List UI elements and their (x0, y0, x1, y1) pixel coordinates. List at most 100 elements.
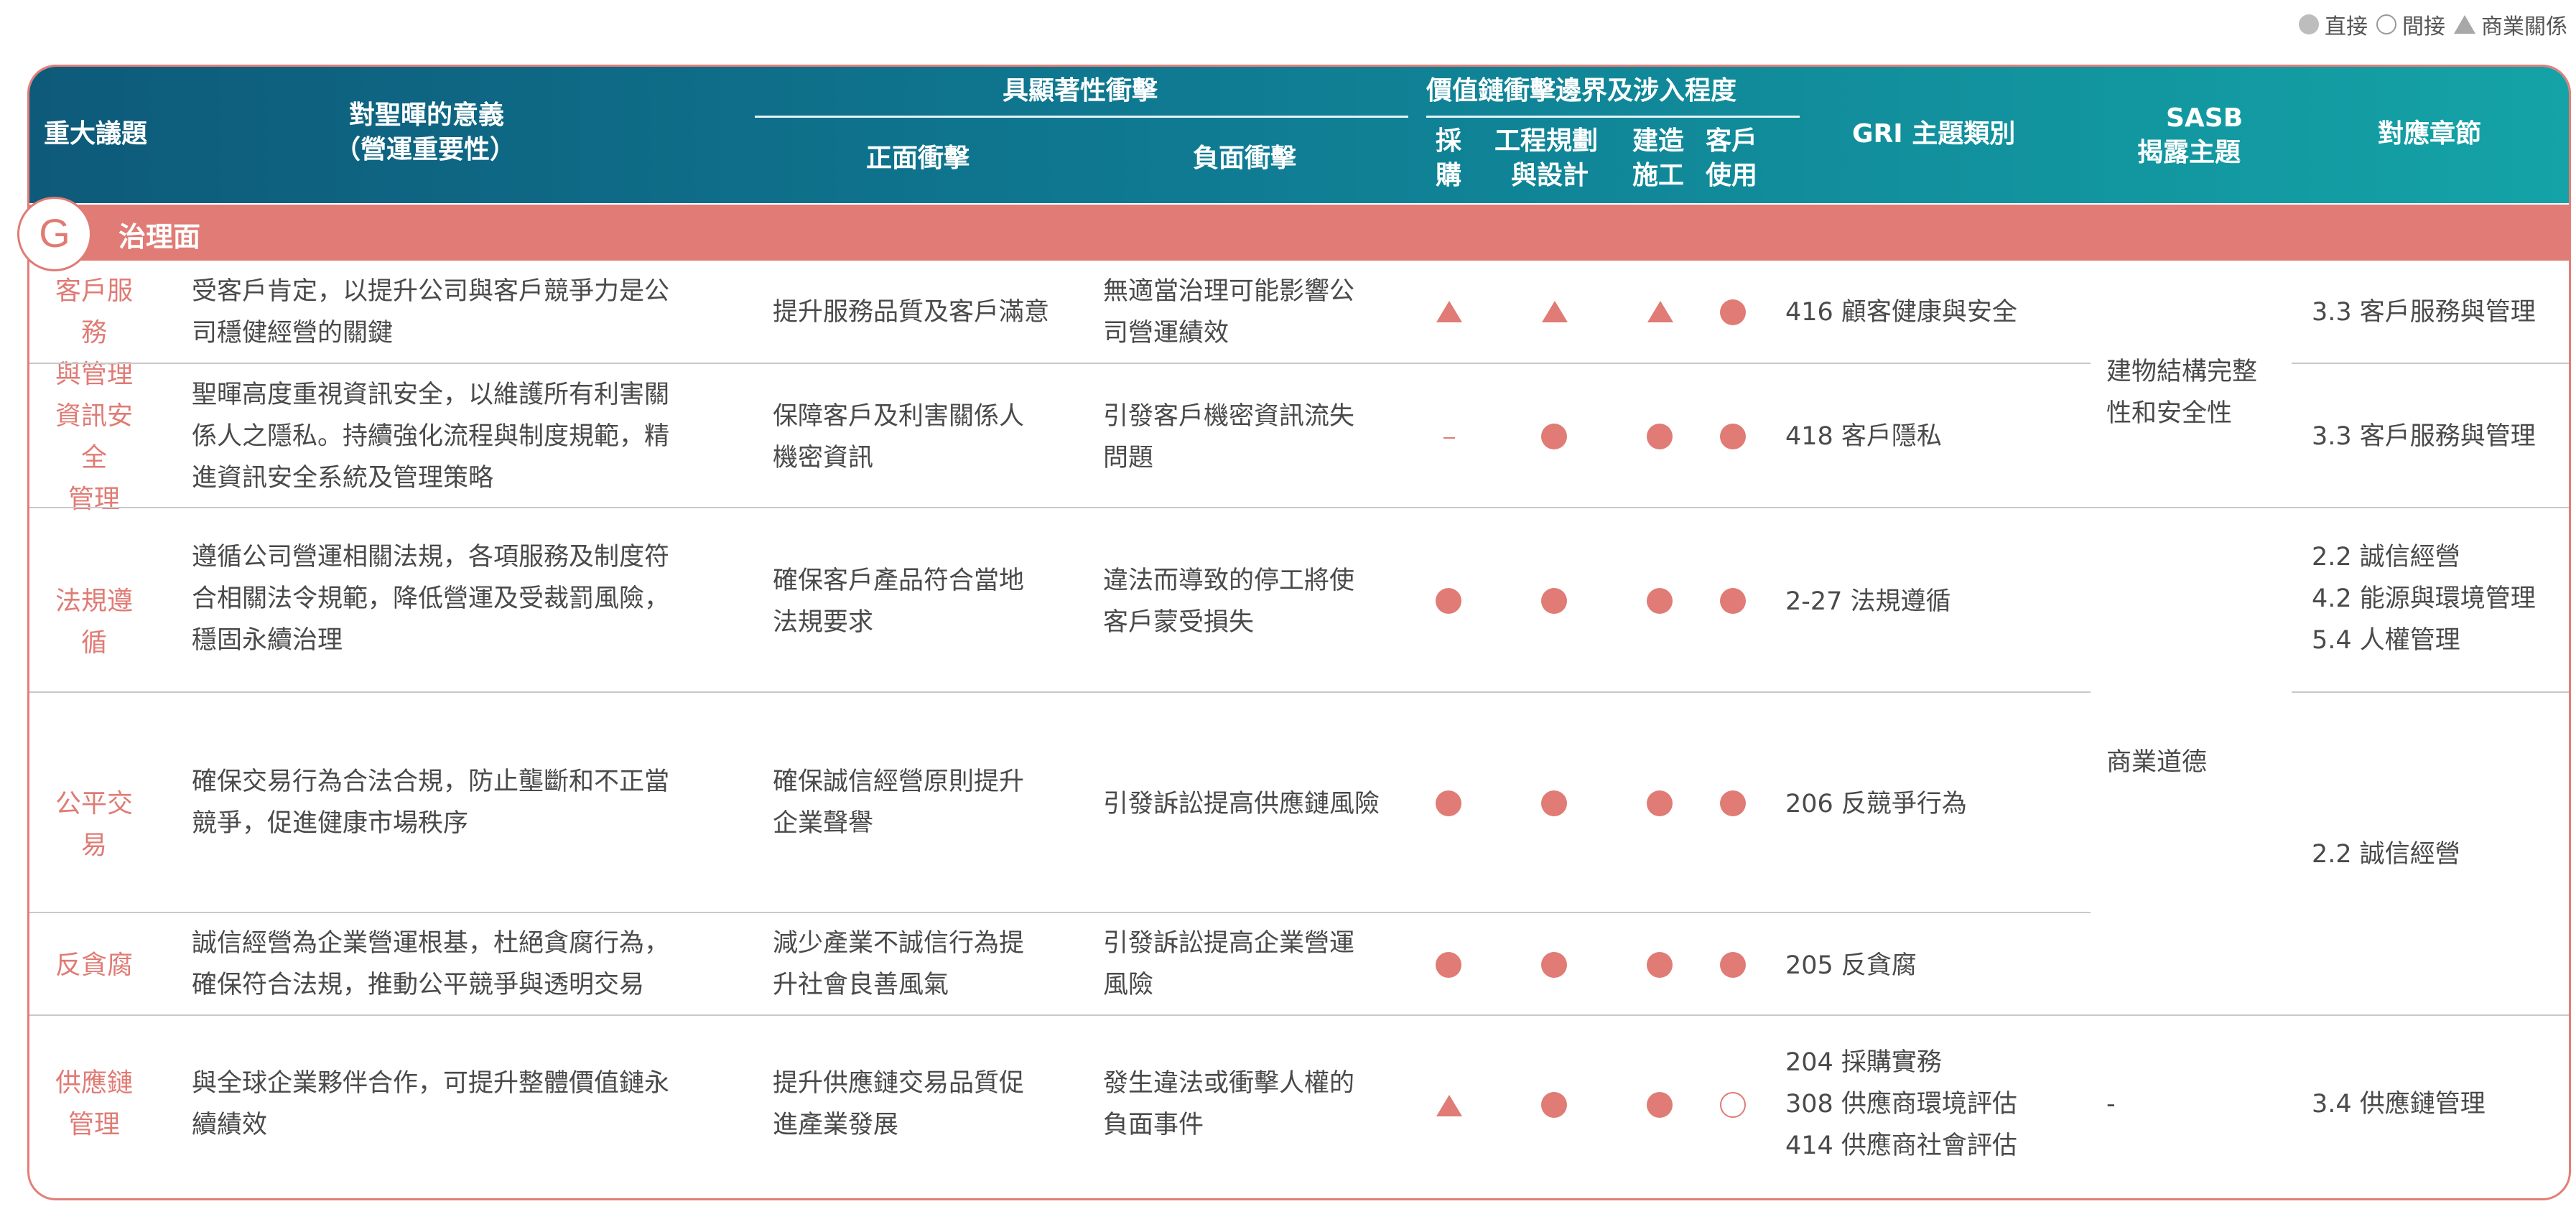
dash-icon (1443, 437, 1455, 439)
filled-circle-icon (1720, 424, 1746, 449)
negative-l1: 引發客戶機密資訊流失 (1103, 402, 1355, 431)
header-vc-customer-l1: 客戶 (1706, 126, 1758, 156)
meaning-l3: 穩固永續治理 (192, 626, 343, 655)
row-divider (2292, 363, 2569, 364)
topic-l2: 管理 (68, 485, 120, 514)
header-value-chain-divider (1426, 116, 1800, 118)
gri-fair-trade: 206 反競爭行為 (1785, 790, 1967, 818)
positive-supply-chain: 提升供應鏈交易品質促 進產業發展 (773, 1063, 1089, 1146)
negative-l2: 風險 (1103, 971, 1154, 999)
positive-l1: 提升服務品質及客戶滿意 (773, 298, 1050, 327)
header-impact-divider (755, 116, 1408, 118)
negative-anti-corruption: 引發訴訟提高企業營運 風險 (1103, 923, 1419, 1006)
topic-anti-corruption: 反貪腐 (55, 951, 133, 980)
topic-l1: 客戶服務 (55, 276, 133, 347)
gri-l1: 204 採購實務 (1785, 1048, 1942, 1077)
chapter-supply-chain: 3.4 供應鏈管理 (2312, 1090, 2486, 1119)
positive-compliance: 確保客戶產品符合當地 法規要求 (773, 560, 1089, 643)
meaning-fair-trade: 確保交易行為合法合規，防止壟斷和不正當 競爭，促進健康市場秩序 (192, 761, 766, 844)
meaning-l1: 與全球企業夥伴合作，可提升整體價值鏈永 (192, 1069, 670, 1098)
topic-l2: 管理 (68, 1110, 120, 1139)
governance-label: 治理面 (118, 221, 201, 253)
meaning-l3: 進資訊安全系統及管理策略 (192, 464, 494, 493)
meaning-l2: 合相關法令規範，降低營運及受裁罰風險， (192, 584, 670, 613)
positive-l2: 進產業發展 (773, 1111, 899, 1139)
chapter-l2: 4.2 能源與環境管理 (2312, 584, 2536, 613)
legend-business: 商業關係 (2454, 9, 2567, 40)
gri-supply-chain: 204 採購實務 308 供應商環境評估 414 供應商社會評估 (1785, 1042, 2101, 1167)
positive-l2: 法規要求 (773, 608, 874, 637)
filled-circle-icon (1647, 1092, 1673, 1118)
header-negative: 負面衝擊 (1193, 144, 1297, 173)
meaning-l2: 續績效 (192, 1111, 268, 1139)
meaning-compliance: 遵循公司營運相關法規，各項服務及制度符 合相關法令規範，降低營運及受裁罰風險， … (192, 536, 766, 661)
governance-section-bar: 治理面 (29, 205, 2569, 261)
governance-badge: G (17, 197, 92, 271)
gri-l3: 414 供應商社會評估 (1785, 1131, 2017, 1160)
negative-l2: 客戶蒙受損失 (1103, 608, 1255, 637)
meaning-l2: 確保符合法規，推動公平競爭與透明交易 (192, 971, 645, 999)
meaning-l1: 遵循公司營運相關法規，各項服務及制度符 (192, 543, 670, 571)
filled-circle-icon (2299, 14, 2319, 34)
header-meaning-l1: 對聖暉的意義 (349, 101, 505, 130)
legend-direct-label: 直接 (2325, 14, 2368, 39)
legend: 直接 間接 商業關係 (2299, 9, 2567, 40)
negative-l1: 無適當治理可能影響公 (1103, 277, 1355, 306)
positive-customer-service: 提升服務品質及客戶滿意 (773, 291, 1089, 333)
header-vc-customer-l2: 使用 (1706, 161, 1758, 190)
meaning-supply-chain: 與全球企業夥伴合作，可提升整體價值鏈永 續績效 (192, 1063, 766, 1146)
gri-l2: 308 供應商環境評估 (1785, 1090, 2017, 1119)
negative-l2: 司營運績效 (1103, 319, 1229, 347)
meaning-info-security: 聖暉高度重視資訊安全，以維護所有利害關 係人之隱私。持續強化流程與制度規範，精 … (192, 374, 766, 499)
negative-l2: 負面事件 (1103, 1111, 1204, 1139)
filled-circle-icon (1647, 424, 1673, 449)
row-divider (29, 912, 2091, 913)
positive-l1: 保障客戶及利害關係人 (773, 402, 1025, 431)
row-divider (29, 507, 2569, 508)
chapter-l1: 2.2 誠信經營 (2312, 543, 2460, 571)
header-value-chain: 價值鏈衝擊邊界及涉入程度 (1426, 76, 1737, 106)
sasb-l2: 性和安全性 (2106, 399, 2233, 428)
positive-l1: 提升供應鏈交易品質促 (773, 1069, 1025, 1098)
filled-circle-icon (1647, 790, 1673, 816)
meaning-customer-service: 受客戶肯定，以提升公司與客戶競爭力是公 司穩健經營的關鍵 (192, 271, 766, 354)
triangle-icon (1647, 301, 1673, 322)
meaning-l1: 受客戶肯定，以提升公司與客戶競爭力是公 (192, 277, 670, 306)
topic-l1: 供應鏈 (55, 1068, 133, 1098)
header-sasb-l1: SASB (2166, 103, 2243, 133)
filled-circle-icon (1720, 299, 1746, 325)
gri-compliance: 2-27 法規遵循 (1785, 587, 1951, 616)
meaning-l1: 聖暉高度重視資訊安全，以維護所有利害關 (192, 381, 670, 409)
topic-fair-trade: 公平交易 (55, 789, 133, 860)
negative-l1: 引發訴訟提高企業營運 (1103, 929, 1355, 958)
triangle-icon (1542, 301, 1568, 322)
empty-circle-icon (1720, 1092, 1746, 1118)
topic-customer-service: 客戶服務 與管理 (44, 271, 144, 396)
negative-compliance: 違法而導致的停工將使 客戶蒙受損失 (1103, 560, 1419, 643)
sasb-l1: 建物結構完整 (2106, 358, 2258, 386)
header-vc-purchase-l1: 採 (1436, 126, 1462, 156)
positive-l2: 企業聲譽 (773, 809, 874, 838)
header-sasb-l2: 揭露主題 (2137, 138, 2241, 167)
negative-supply-chain: 發生違法或衝擊人權的 負面事件 (1103, 1063, 1419, 1146)
positive-anti-corruption: 減少產業不誠信行為提 升社會良善風氣 (773, 923, 1089, 1006)
meaning-l1: 誠信經營為企業營運根基，杜絕貪腐行為， (192, 929, 670, 958)
chapter-info-security: 3.3 客戶服務與管理 (2312, 422, 2536, 451)
filled-circle-icon (1541, 790, 1567, 816)
topic-l2: 與管理 (55, 360, 133, 389)
filled-circle-icon (1436, 952, 1461, 978)
negative-info-security: 引發客戶機密資訊流失 問題 (1103, 396, 1419, 479)
chapter-customer-service: 3.3 客戶服務與管理 (2312, 298, 2536, 327)
row-divider (2292, 691, 2569, 693)
header-impact: 具顯著性衝擊 (1003, 76, 1158, 106)
empty-circle-icon (2376, 14, 2396, 34)
triangle-icon (2454, 15, 2475, 34)
positive-l1: 確保誠信經營原則提升 (773, 767, 1025, 796)
filled-circle-icon (1541, 1092, 1567, 1118)
materiality-table: 重大議題 對聖暉的意義 （營運重要性） 具顯著性衝擊 正面衝擊 負面衝擊 價值鏈… (27, 65, 2571, 1200)
meaning-l2: 司穩健經營的關鍵 (192, 319, 394, 347)
filled-circle-icon (1647, 588, 1673, 614)
header-topic: 重大議題 (44, 119, 148, 149)
sasb-supply-chain: - (2106, 1090, 2116, 1119)
topic-l1: 資訊安全 (55, 401, 133, 472)
